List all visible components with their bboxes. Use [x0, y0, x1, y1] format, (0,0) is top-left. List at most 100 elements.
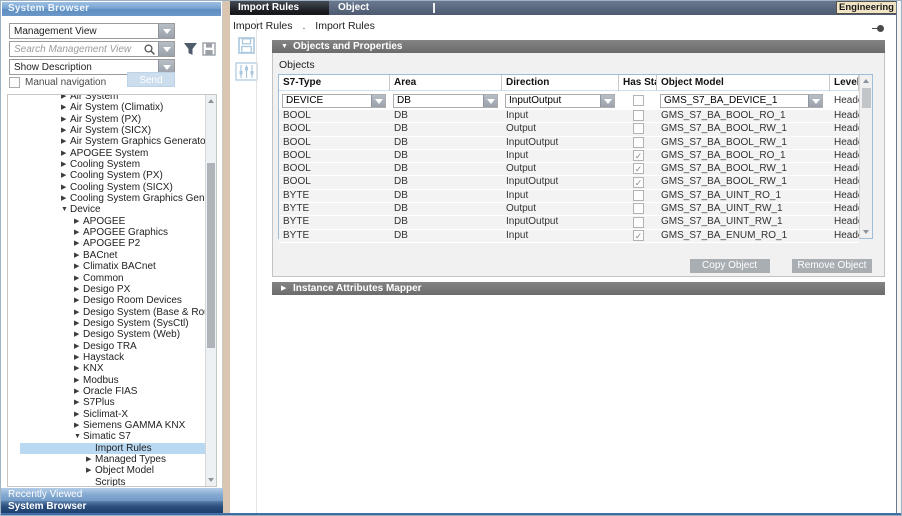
tree-collapsed-icon[interactable]: ▶ [74, 420, 83, 431]
tree-collapsed-icon[interactable]: ▶ [61, 182, 70, 193]
tree-item-cooling-system-px[interactable]: ▶Cooling System (PX) [8, 170, 205, 181]
has-state-checkbox-unchecked[interactable] [633, 95, 644, 106]
tree-collapsed-icon[interactable]: ▶ [61, 159, 70, 170]
scroll-up-icon[interactable] [208, 99, 214, 103]
collapse-collapsed-icon[interactable]: ▶ [281, 282, 293, 295]
tree-item-apogee[interactable]: ▶APOGEE [8, 216, 205, 227]
tree-item-air-system[interactable]: ▶Air System [8, 94, 205, 102]
tree-item-desigo-system-base-router[interactable]: ▶Desigo System (Base & Router) [8, 307, 205, 318]
tree-collapsed-icon[interactable]: ▶ [74, 238, 83, 249]
tree-collapsed-icon[interactable]: ▶ [61, 102, 70, 113]
scroll-up-icon[interactable] [863, 79, 869, 83]
tree-collapsed-icon[interactable]: ▶ [74, 363, 83, 374]
tree-collapsed-icon[interactable]: ▶ [74, 329, 83, 340]
has-state-checkbox-checked[interactable]: ✓ [633, 177, 644, 188]
tree-item-desigo-px[interactable]: ▶Desigo PX [8, 284, 205, 295]
tree-collapsed-icon[interactable]: ▶ [74, 284, 83, 295]
chevron-down-icon[interactable] [158, 24, 174, 38]
tree-scrollbar-thumb[interactable] [207, 163, 215, 348]
tree-item-air-system-graphics-generator-px[interactable]: ▶Air System Graphics Generator (PX) [8, 136, 205, 147]
tree-item-common[interactable]: ▶Common [8, 273, 205, 284]
breadcrumb-root[interactable]: Import Rules [233, 20, 293, 32]
tree-collapsed-icon[interactable]: ▶ [86, 465, 95, 476]
scroll-down-icon[interactable] [208, 478, 214, 482]
tree-item-device[interactable]: ▼Device [8, 204, 205, 215]
table-scrollbar[interactable] [859, 75, 872, 238]
tree-item-desigo-room-devices[interactable]: ▶Desigo Room Devices [8, 295, 205, 306]
tree-collapsed-icon[interactable]: ▶ [74, 295, 83, 306]
tree-collapsed-icon[interactable]: ▶ [61, 148, 70, 159]
tree-collapsed-icon[interactable]: ▶ [74, 250, 83, 261]
chevron-down-icon[interactable] [600, 95, 614, 107]
column-header-object-model[interactable]: Object Model [657, 75, 830, 91]
tree-item-object-model[interactable]: ▶Object Model [8, 465, 205, 476]
tree-item-cooling-system-graphics-generator-px[interactable]: ▶Cooling System Graphics Generator (PX) [8, 193, 205, 204]
table-row[interactable]: BOOLDBOutput✓GMS_S7_BA_BOOL_RW_1Header [279, 163, 859, 176]
send-button[interactable]: Send [127, 72, 175, 87]
search-dropdown-icon[interactable] [158, 42, 174, 56]
chevron-down-icon[interactable] [483, 95, 497, 107]
tree-collapsed-icon[interactable]: ▶ [74, 409, 83, 420]
scroll-down-icon[interactable] [863, 230, 869, 234]
column-header-area[interactable]: Area [390, 75, 502, 91]
tree-collapsed-icon[interactable]: ▶ [74, 216, 83, 227]
tree-item-siclimat-x[interactable]: ▶Siclimat-X [8, 409, 205, 420]
direction-combo[interactable]: InputOutput [505, 94, 615, 108]
table-row[interactable]: BOOLDBOutputGMS_S7_BA_BOOL_RW_1Header [279, 123, 859, 136]
column-header-level[interactable]: Level [830, 75, 859, 91]
tree-collapsed-icon[interactable]: ▶ [61, 136, 70, 147]
tree-item-cooling-system-sicx[interactable]: ▶Cooling System (SICX) [8, 182, 205, 193]
tree-collapsed-icon[interactable]: ▶ [74, 318, 83, 329]
table-row[interactable]: BOOLDBInputOutput✓GMS_S7_BA_BOOL_RW_1Hea… [279, 176, 859, 189]
tree-scrollbar[interactable] [205, 95, 216, 486]
tree-collapsed-icon[interactable]: ▶ [86, 454, 95, 465]
save-icon[interactable] [238, 37, 255, 59]
pin-icon[interactable] [872, 25, 884, 32]
tree-collapsed-icon[interactable]: ▶ [61, 170, 70, 181]
tree-expanded-icon[interactable]: ▼ [74, 431, 83, 442]
sliders-icon[interactable] [235, 62, 258, 86]
area-combo[interactable]: DB [393, 94, 498, 108]
tree-collapsed-icon[interactable]: ▶ [74, 227, 83, 238]
section-instance-attributes-mapper[interactable]: ▶Instance Attributes Mapper [272, 282, 885, 295]
chevron-down-icon[interactable] [808, 95, 822, 107]
tree-item-air-system-sicx[interactable]: ▶Air System (SICX) [8, 125, 205, 136]
table-row[interactable]: BOOLDBInput✓GMS_S7_BA_BOOL_RO_1Header [279, 150, 859, 163]
tab-import-rules[interactable]: Import Rules [230, 1, 329, 15]
engineering-mode-badge[interactable]: Engineering [836, 1, 897, 14]
tree-collapsed-icon[interactable]: ▶ [74, 386, 83, 397]
has-state-checkbox-checked[interactable]: ✓ [633, 230, 644, 241]
tree-collapsed-icon[interactable]: ▶ [61, 114, 70, 125]
tree-collapsed-icon[interactable]: ▶ [74, 341, 83, 352]
system-browser-bar[interactable]: System Browser [1, 501, 223, 513]
has-state-checkbox-unchecked[interactable] [633, 137, 644, 148]
object-model-combo[interactable]: GMS_S7_BA_DEVICE_1 [660, 94, 823, 108]
tree-collapsed-icon[interactable]: ▶ [61, 94, 70, 102]
collapse-expanded-icon[interactable]: ▼ [281, 40, 293, 53]
tree-item-s7plus[interactable]: ▶S7Plus [8, 397, 205, 408]
recently-viewed-bar[interactable]: Recently Viewed [1, 488, 223, 501]
tree-collapsed-icon[interactable]: ▶ [61, 125, 70, 136]
has-state-checkbox-unchecked[interactable] [633, 123, 644, 134]
chevron-down-icon[interactable] [371, 95, 385, 107]
has-state-checkbox-unchecked[interactable] [633, 190, 644, 201]
table-row[interactable]: BOOLDBInputGMS_S7_BA_BOOL_RO_1Header [279, 110, 859, 123]
tree-item-desigo-tra[interactable]: ▶Desigo TRA [8, 341, 205, 352]
tree-collapsed-icon[interactable]: ▶ [61, 193, 70, 204]
has-state-checkbox-checked[interactable]: ✓ [633, 163, 644, 174]
save-view-icon[interactable] [202, 42, 216, 61]
tree-collapsed-icon[interactable]: ▶ [74, 273, 83, 284]
section-objects-and-properties[interactable]: ▼Objects and Properties [272, 40, 885, 53]
column-header-has-state[interactable]: Has State [619, 75, 657, 91]
remove-object-button[interactable]: Remove Object [792, 259, 872, 273]
has-state-checkbox-unchecked[interactable] [633, 110, 644, 121]
table-scrollbar-thumb[interactable] [862, 88, 871, 108]
tree-item-siemens-gamma-knx[interactable]: ▶Siemens GAMMA KNX [8, 420, 205, 431]
has-state-checkbox-unchecked[interactable] [633, 217, 644, 228]
tree-item-climatix-bacnet[interactable]: ▶Climatix BACnet [8, 261, 205, 272]
has-state-checkbox-unchecked[interactable] [633, 203, 644, 214]
tree-collapsed-icon[interactable]: ▶ [74, 352, 83, 363]
tree-collapsed-icon[interactable]: ▶ [74, 397, 83, 408]
tree-collapsed-icon[interactable]: ▶ [74, 261, 83, 272]
tree-item-apogee-system[interactable]: ▶APOGEE System [8, 148, 205, 159]
